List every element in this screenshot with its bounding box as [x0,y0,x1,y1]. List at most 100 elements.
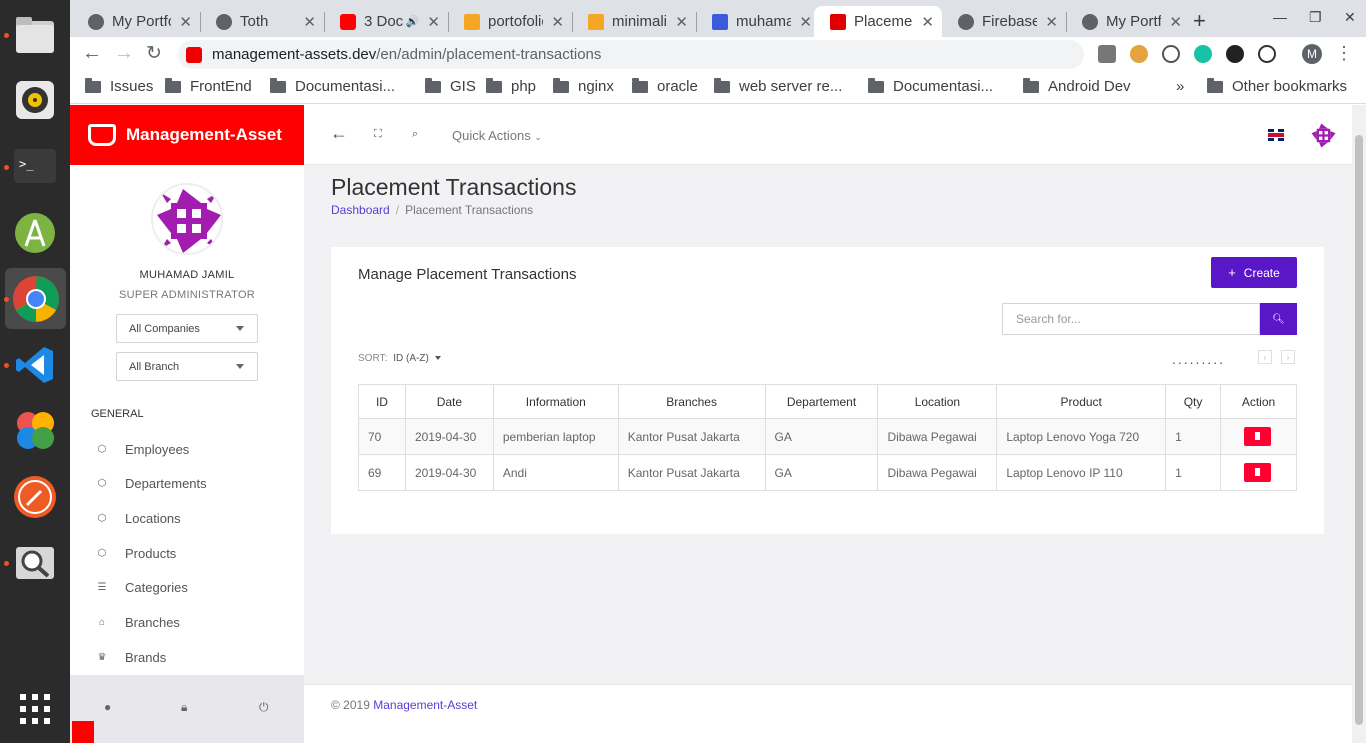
globe-icon [216,13,232,30]
window-close-icon[interactable]: ✕ [1344,9,1356,26]
sidebar-item-departements[interactable]: ⬡ Departements [97,476,207,491]
php-extension-icon[interactable] [1226,45,1244,63]
tab-0[interactable]: My Portfolio✕ [72,6,200,37]
prev-page-button[interactable]: ‹ [1258,350,1272,364]
show-apps-icon[interactable] [12,686,58,732]
sidebar-item-branches[interactable]: ⌂ Branches [97,615,180,630]
owl-extension-icon[interactable] [1130,45,1148,63]
close-icon[interactable]: ✕ [427,13,440,31]
close-icon[interactable]: ✕ [675,13,688,31]
new-tab-button[interactable]: + [1193,8,1206,34]
chrome-app-icon[interactable] [5,268,66,329]
back-arrow-icon[interactable]: ← [82,42,102,65]
bookmark-folder[interactable]: Documentasi... [868,77,993,95]
android-studio-app-icon[interactable] [12,210,58,256]
close-icon[interactable]: ✕ [551,13,564,31]
next-page-button[interactable]: › [1281,350,1295,364]
bug-extension-icon[interactable] [1098,45,1116,63]
column-header[interactable]: Departement [764,384,879,419]
close-icon[interactable]: ✕ [1169,13,1182,31]
company-select[interactable]: All Companies [116,314,258,343]
topbar-avatar[interactable] [1310,122,1337,149]
sort-control[interactable]: SORT: ID (A-Z) [358,353,441,364]
brand-header[interactable]: Management-Asset [70,105,304,165]
close-icon[interactable]: ✕ [1045,13,1058,31]
column-header[interactable]: Date [404,384,494,419]
user-icon[interactable]: ● [104,700,111,714]
power-icon[interactable]: ⏻ [259,700,269,715]
column-header[interactable]: Product [996,384,1167,419]
bookmark-folder[interactable]: Documentasi... [270,77,395,95]
sidebar-item-employees[interactable]: ⬡ Employees [97,442,190,457]
tab-7[interactable]: Firebase ✕ [942,6,1066,37]
scrollbar-thumb[interactable] [1355,135,1363,725]
close-icon[interactable]: ✕ [303,13,316,31]
column-header[interactable]: ID [358,384,406,419]
tab-5[interactable]: muhamad✕ [696,6,820,37]
bookmark-folder[interactable]: oracle [632,77,698,95]
tab-4[interactable]: minimalist✕ [572,6,696,37]
column-header[interactable]: Information [492,384,619,419]
postman-app-icon[interactable] [12,474,58,520]
quick-actions-menu[interactable]: Quick Actions ⌄ [452,128,542,143]
reload-icon[interactable]: ↻ [146,42,162,65]
create-button[interactable]: + Create [1211,257,1297,288]
tab-6-active[interactable]: Placement✕ [814,6,942,37]
rhythmbox-app-icon[interactable] [12,77,58,123]
restore-icon[interactable]: ❐ [1309,9,1322,26]
user-avatar[interactable] [151,183,223,255]
column-header[interactable]: Qty [1165,384,1221,419]
files-app-icon[interactable] [12,12,58,58]
search-icon[interactable]: ⌕ [412,128,418,141]
close-icon[interactable]: ✕ [179,13,192,31]
bookmark-folder[interactable]: FrontEnd [165,77,252,95]
sidebar-item-locations[interactable]: ⬡ Locations [97,511,181,526]
sidebar-item-categories[interactable]: ☰ Categories [97,580,188,595]
clover-app-icon[interactable] [12,408,58,454]
fullscreen-icon[interactable]: ⛶ [374,128,382,141]
column-header[interactable]: Branches [617,384,766,419]
address-bar[interactable]: management-assets.dev/en/admin/placement… [178,40,1084,69]
sidebar-item-brands[interactable]: ♛ Brands [97,650,167,665]
table-row[interactable]: 69 2019-04-30 Andi Kantor Pusat Jakarta … [358,454,1297,491]
branch-select[interactable]: All Branch [116,352,258,381]
tab-8[interactable]: My Portfolio✕ [1066,6,1190,37]
json-extension-icon[interactable] [1162,45,1180,63]
tab-3[interactable]: portofolio✕ [448,6,572,37]
search-button[interactable]: 🔍︎ [1260,303,1297,335]
column-header[interactable]: Location [877,384,998,419]
bookmark-folder[interactable]: php [486,77,536,95]
footer-link[interactable]: Management-Asset [373,698,477,712]
tab-2[interactable]: 3 Doc 🔊 ✕ [324,6,448,37]
lock-icon[interactable]: 🔒︎ [181,700,187,715]
bookmark-folder[interactable]: Android Dev [1023,77,1131,95]
pagination-dots[interactable]: ......... [1172,351,1225,367]
bookmark-folder[interactable]: nginx [553,77,614,95]
page-scrollbar[interactable] [1352,105,1366,743]
close-icon[interactable]: ✕ [799,13,812,31]
minimize-icon[interactable]: — [1273,9,1287,25]
breadcrumb-dashboard-link[interactable]: Dashboard [331,203,390,217]
search-app-icon[interactable] [12,540,58,586]
bookmark-folder[interactable]: web server re... [714,77,842,95]
tab-1[interactable]: Toth ✕ [200,6,324,37]
vscode-app-icon[interactable] [12,342,58,388]
speedometer-extension-icon[interactable] [1258,45,1276,63]
forward-arrow-icon[interactable]: → [114,42,134,65]
sidebar-item-products[interactable]: ⬡ Products [97,546,177,561]
m-extension-icon[interactable] [1194,45,1212,63]
profile-avatar[interactable]: M [1302,44,1322,64]
back-arrow-icon[interactable]: ← [330,123,348,144]
bookmark-folder[interactable]: Issues [85,77,153,95]
delete-button[interactable] [1244,463,1271,482]
terminal-app-icon[interactable]: >_ [12,143,58,189]
search-input[interactable]: Search for... [1002,303,1260,335]
table-row[interactable]: 70 2019-04-30 pemberian laptop Kantor Pu… [358,418,1297,455]
bookmark-folder[interactable]: GIS [425,77,476,95]
other-bookmarks[interactable]: Other bookmarks [1207,77,1347,95]
browser-menu-icon[interactable]: ⋮ [1335,43,1353,64]
close-icon[interactable]: ✕ [921,13,934,31]
delete-button[interactable] [1244,427,1271,446]
uk-flag-icon[interactable] [1268,129,1284,141]
bookmarks-overflow-button[interactable]: » [1176,78,1184,95]
